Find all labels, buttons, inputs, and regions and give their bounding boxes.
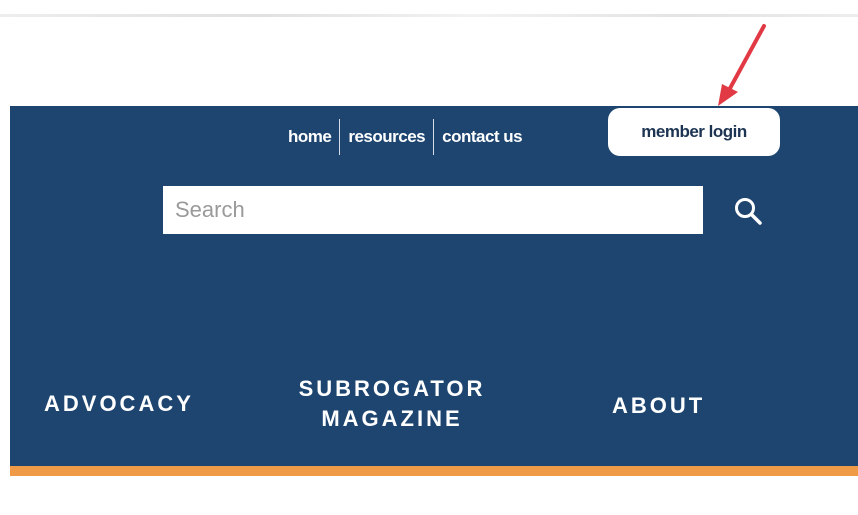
main-nav-about[interactable]: ABOUT xyxy=(612,391,705,421)
main-nav-subrogator-magazine[interactable]: SUBROGATOR MAGAZINE xyxy=(292,374,492,434)
utility-nav: home resources contact us xyxy=(280,118,530,156)
annotation-arrow-icon xyxy=(718,24,766,106)
nav-link-home[interactable]: home xyxy=(280,127,339,147)
main-nav-subrogator-line1: SUBROGATOR xyxy=(298,376,486,401)
orange-accent-bar xyxy=(10,466,858,476)
nav-link-resources[interactable]: resources xyxy=(340,127,433,147)
search-input[interactable] xyxy=(163,186,703,234)
member-login-tab[interactable]: member login xyxy=(608,108,780,156)
main-nav-advocacy[interactable]: ADVOCACY xyxy=(44,389,194,419)
page: home resources contact us member login A… xyxy=(0,0,858,515)
main-nav-subrogator-line2: MAGAZINE xyxy=(321,406,463,431)
search-icon[interactable] xyxy=(733,196,763,226)
nav-link-contact-us[interactable]: contact us xyxy=(434,127,530,147)
scan-artifact-line xyxy=(0,14,858,17)
member-login-label: member login xyxy=(641,122,747,141)
